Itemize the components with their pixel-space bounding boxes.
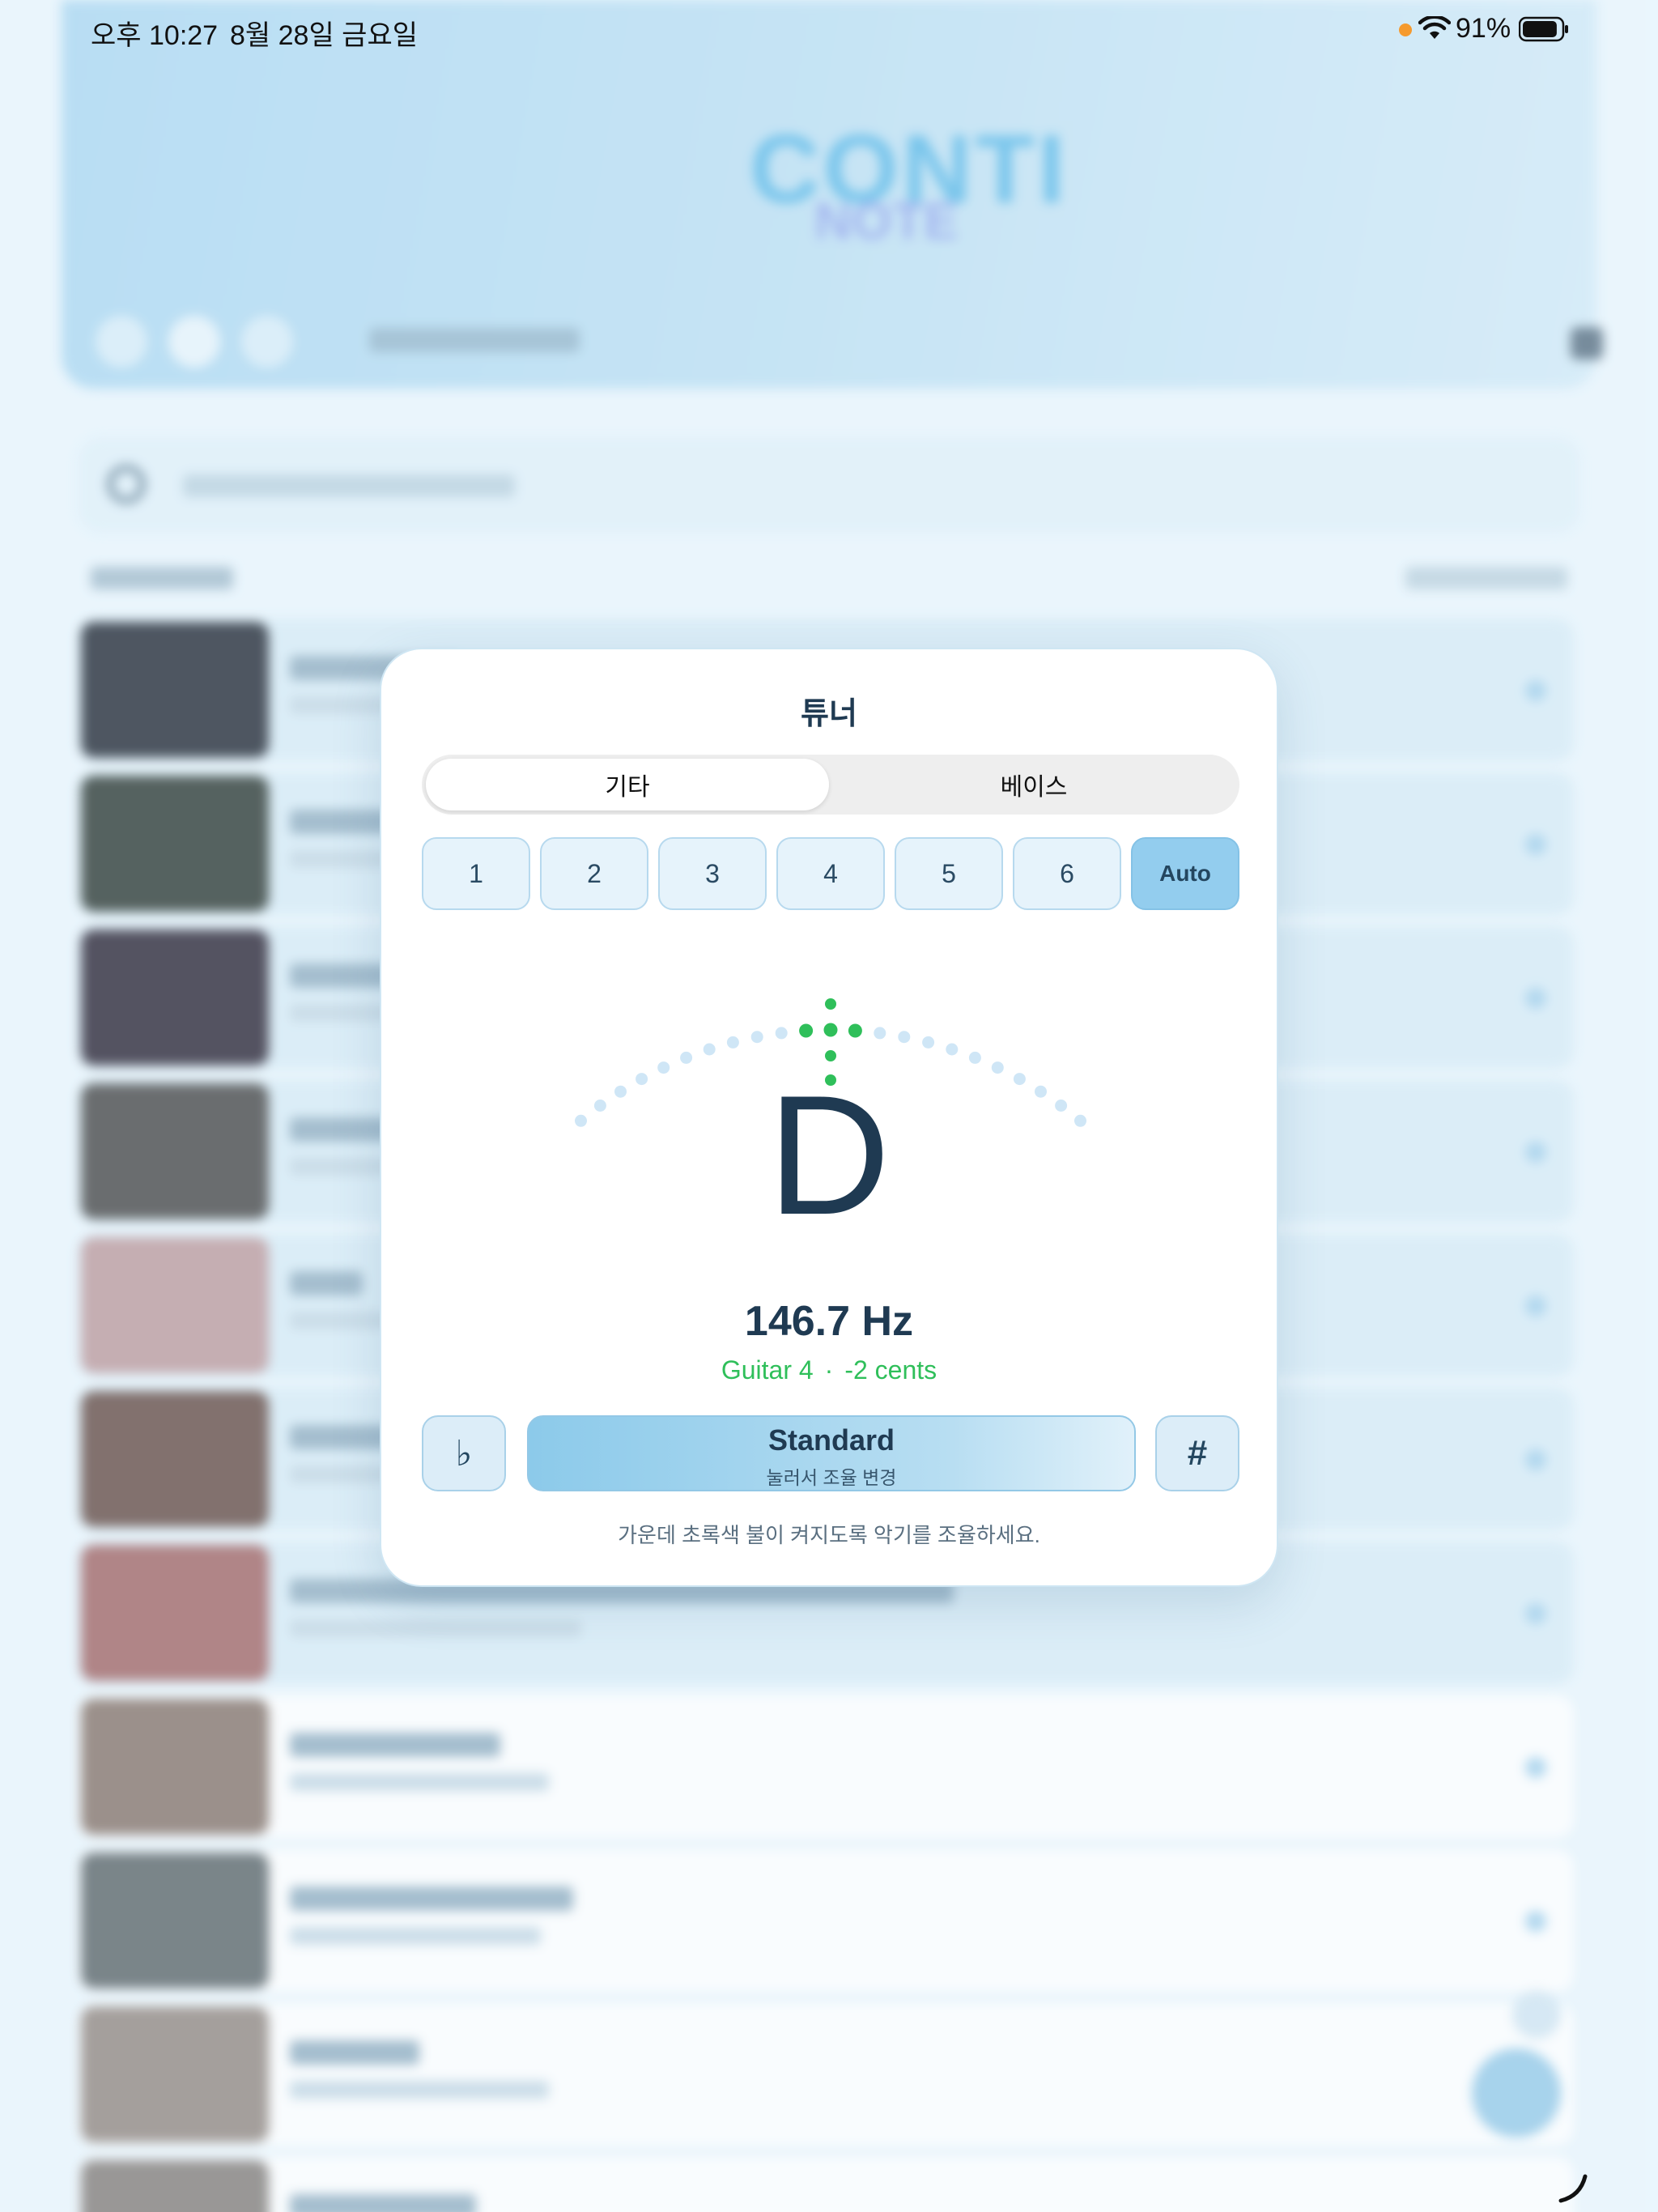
meter-dot	[922, 1036, 935, 1049]
meter-dot	[726, 1036, 739, 1049]
status-separator: ·	[824, 1355, 834, 1385]
instrument-segmented-control: 기타 베이스	[422, 755, 1239, 815]
tuning-status: Guitar 4 · -2 cents	[381, 1355, 1277, 1385]
meter-dot	[848, 1023, 862, 1038]
meter-dot	[898, 1031, 911, 1044]
battery-percent: 91%	[1456, 13, 1511, 44]
mic-indicator-icon	[1399, 23, 1412, 36]
battery-icon	[1519, 16, 1568, 42]
tuner-modal: 튜너 기타 베이스 1 2 3 4 5 6 Auto D 146.7 Hz Gu…	[380, 648, 1278, 1587]
string-1-button[interactable]: 1	[422, 837, 530, 910]
tuning-name: Standard	[767, 1423, 895, 1457]
tuning-preset-button[interactable]: Standard 눌러서 조율 변경	[527, 1415, 1136, 1491]
frequency-readout: 146.7 Hz	[744, 1298, 914, 1345]
meter-dot	[874, 1027, 886, 1040]
detected-note: D	[767, 1060, 891, 1250]
status-date: 8월 28일 금요일	[230, 20, 419, 51]
string-5-button[interactable]: 5	[895, 837, 1003, 910]
tuner-instructions: 가운데 초록색 불이 켜지도록 악기를 조율하세요.	[618, 1523, 1040, 1547]
meter-dot	[680, 1051, 693, 1064]
tuning-hint: 눌러서 조율 변경	[766, 1467, 897, 1488]
meter-dot	[946, 1043, 959, 1056]
meter-needle-dot	[825, 998, 836, 1010]
meter-dot	[703, 1043, 716, 1056]
meter-dot	[750, 1031, 763, 1044]
string-4-button[interactable]: 4	[776, 837, 885, 910]
string-selector: 1 2 3 4 5 6 Auto	[422, 837, 1239, 910]
tuner-title: 튜너	[801, 697, 857, 731]
string-2-button[interactable]: 2	[540, 837, 648, 910]
string-3-button[interactable]: 3	[658, 837, 767, 910]
string-6-button[interactable]: 6	[1013, 837, 1121, 910]
wifi-icon	[1418, 16, 1451, 39]
tab-guitar[interactable]: 기타	[426, 759, 829, 810]
tab-bass[interactable]: 베이스	[832, 759, 1235, 810]
meter-dot	[775, 1027, 788, 1040]
meter-dot	[968, 1051, 981, 1064]
string-info: Guitar 4	[721, 1355, 814, 1385]
meter-dot	[799, 1023, 814, 1038]
status-time: 오후 10:27	[91, 20, 219, 51]
status-bar: 오후 10:27 8월 28일 금요일 91%	[0, 0, 1658, 58]
tuning-controls: ♭ Standard 눌러서 조율 변경 #	[422, 1415, 1239, 1491]
flat-button[interactable]: ♭	[422, 1415, 506, 1491]
string-auto-button[interactable]: Auto	[1131, 837, 1239, 910]
corner-gesture-icon	[1558, 2174, 1588, 2203]
meter-center-dot	[823, 1023, 838, 1037]
sharp-button[interactable]: #	[1155, 1415, 1239, 1491]
cents-offset: -2 cents	[844, 1355, 937, 1385]
